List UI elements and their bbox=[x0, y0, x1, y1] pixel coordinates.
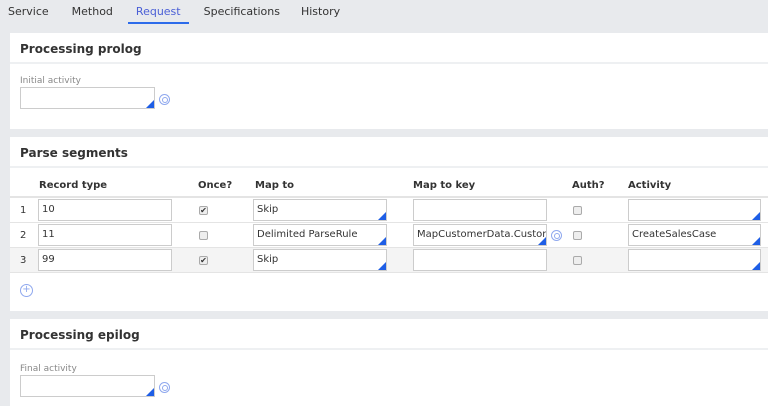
target-icon[interactable] bbox=[159, 382, 170, 393]
table-row: 1 10 ✔ Skip bbox=[10, 198, 768, 223]
tab-method[interactable]: Method bbox=[72, 0, 113, 24]
record-type-input[interactable]: 99 bbox=[38, 249, 172, 271]
table-row: 3 99 ✔ Skip bbox=[10, 248, 768, 273]
map-to-key-input[interactable] bbox=[413, 249, 547, 271]
map-to-key-input[interactable]: MapCustomerData.Custon bbox=[413, 224, 547, 246]
col-record-type: Record type bbox=[39, 180, 108, 191]
initial-activity-input[interactable] bbox=[20, 87, 155, 109]
activity-input[interactable]: CreateSalesCase bbox=[628, 224, 761, 246]
table-row: 2 11 Delimited ParseRule MapCustomerData… bbox=[10, 223, 768, 248]
map-to-key-input[interactable] bbox=[413, 199, 547, 221]
col-auth: Auth? bbox=[572, 180, 605, 191]
map-to-select[interactable]: Skip bbox=[253, 249, 387, 271]
once-checkbox[interactable] bbox=[199, 231, 208, 240]
final-activity-label: Final activity bbox=[20, 364, 77, 374]
section-title: Parse segments bbox=[10, 137, 768, 168]
record-type-input[interactable]: 11 bbox=[38, 224, 172, 246]
tab-service[interactable]: Service bbox=[8, 0, 49, 24]
col-activity: Activity bbox=[628, 180, 672, 191]
row-number: 1 bbox=[20, 205, 27, 216]
once-checkbox[interactable]: ✔ bbox=[199, 206, 208, 215]
target-icon[interactable] bbox=[159, 94, 170, 105]
final-activity-input[interactable] bbox=[20, 375, 155, 397]
col-once: Once? bbox=[198, 180, 233, 191]
processing-epilog-panel: Processing epilog Final activity bbox=[10, 319, 768, 406]
row-number: 2 bbox=[20, 230, 27, 241]
initial-activity-label: Initial activity bbox=[20, 76, 81, 86]
activity-input[interactable] bbox=[628, 199, 761, 221]
section-title: Processing prolog bbox=[10, 33, 768, 64]
tab-bar: Service Method Request Specifications Hi… bbox=[0, 0, 340, 24]
row-number: 3 bbox=[20, 255, 27, 266]
target-icon[interactable] bbox=[551, 230, 562, 241]
col-map-to-key: Map to key bbox=[413, 180, 476, 191]
record-type-input[interactable]: 10 bbox=[38, 199, 172, 221]
auth-checkbox[interactable] bbox=[573, 206, 582, 215]
once-checkbox[interactable]: ✔ bbox=[199, 256, 208, 265]
section-title: Processing epilog bbox=[10, 319, 768, 350]
tab-history[interactable]: History bbox=[301, 0, 340, 24]
add-row-icon[interactable]: + bbox=[20, 284, 33, 297]
processing-prolog-panel: Processing prolog Initial activity bbox=[10, 33, 768, 129]
tab-specifications[interactable]: Specifications bbox=[204, 0, 280, 24]
auth-checkbox[interactable] bbox=[573, 256, 582, 265]
auth-checkbox[interactable] bbox=[573, 231, 582, 240]
col-map-to: Map to bbox=[255, 180, 294, 191]
map-to-select[interactable]: Delimited ParseRule bbox=[253, 224, 387, 246]
tab-request[interactable]: Request bbox=[127, 0, 189, 24]
map-to-select[interactable]: Skip bbox=[253, 199, 387, 221]
activity-input[interactable] bbox=[628, 249, 761, 271]
